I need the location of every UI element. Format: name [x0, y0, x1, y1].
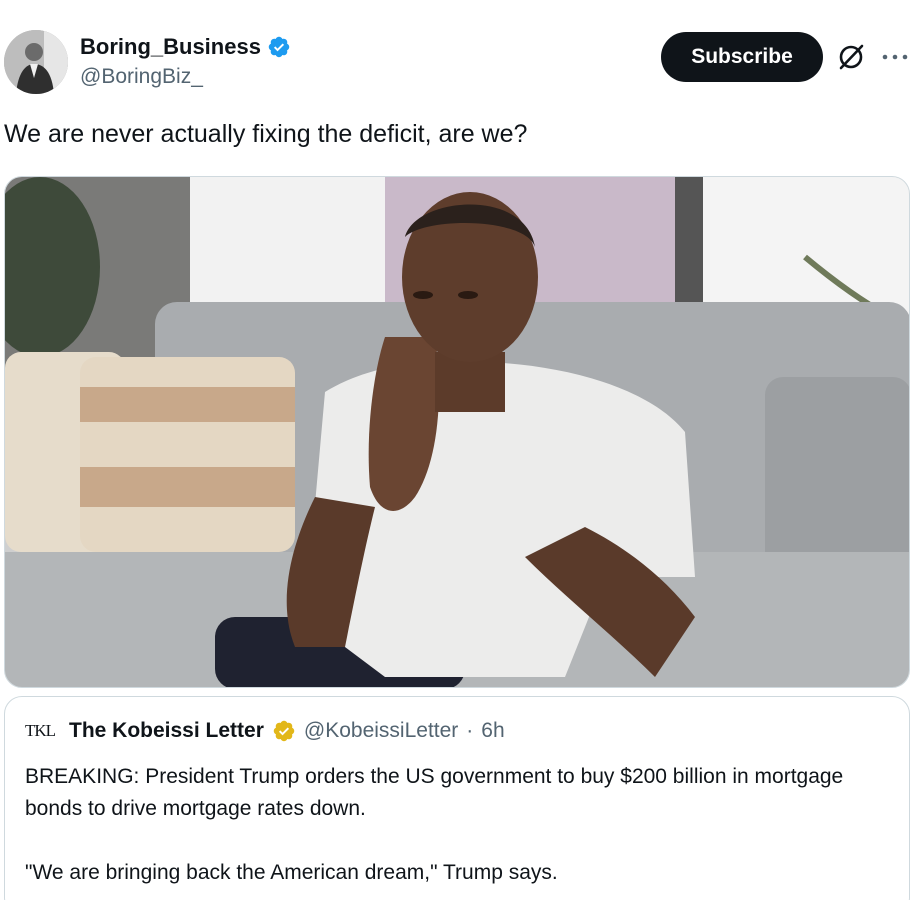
author-name-row: Boring_Business: [80, 34, 291, 60]
tweet-header: Boring_Business @BoringBiz_ Subscribe: [0, 0, 924, 110]
gold-verified-badge-icon: [273, 720, 295, 742]
tweet-text: We are never actually fixing the deficit…: [4, 120, 528, 148]
quoted-body-paragraph-2: "We are bringing back the American dream…: [25, 861, 558, 884]
subscribe-button[interactable]: Subscribe: [661, 32, 823, 82]
tweet-media-image[interactable]: [4, 176, 910, 688]
quoted-timestamp[interactable]: 6h: [481, 719, 504, 743]
author-avatar[interactable]: [4, 30, 68, 94]
grok-icon[interactable]: [836, 42, 866, 72]
quoted-tweet-header: TKL The Kobeissi Letter @KobeissiLetter …: [25, 719, 505, 743]
more-icon[interactable]: [880, 47, 910, 67]
quoted-tweet-body: BREAKING: President Trump orders the US …: [25, 761, 895, 889]
quoted-tweet[interactable]: TKL The Kobeissi Letter @KobeissiLetter …: [4, 696, 910, 900]
verified-badge-icon: [268, 36, 290, 58]
author-handle[interactable]: @BoringBiz_: [80, 65, 203, 89]
quoted-body-paragraph-1: BREAKING: President Trump orders the US …: [25, 765, 844, 820]
author-display-name[interactable]: Boring_Business: [80, 34, 261, 60]
quoted-author-handle[interactable]: @KobeissiLetter: [304, 719, 458, 743]
quoted-author-name[interactable]: The Kobeissi Letter: [69, 719, 264, 743]
quoted-author-avatar[interactable]: TKL: [25, 721, 61, 741]
quoted-separator: ·: [466, 719, 474, 742]
